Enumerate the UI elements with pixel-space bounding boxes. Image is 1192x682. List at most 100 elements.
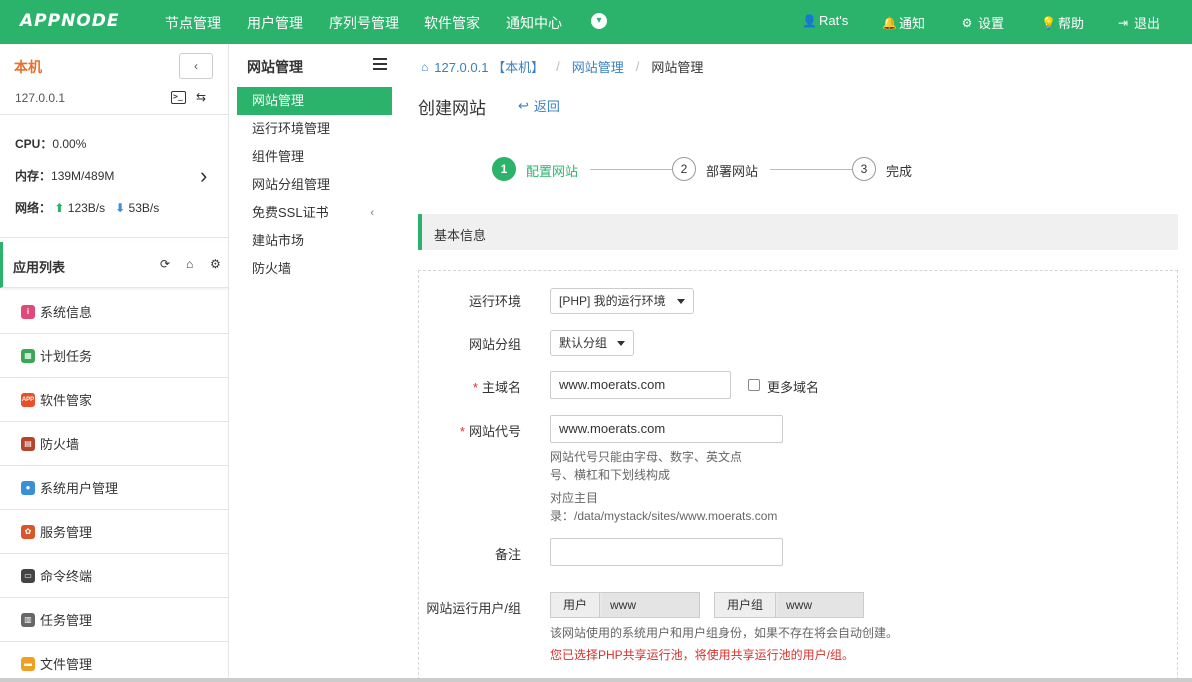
more-domains-label[interactable]: 更多域名 — [767, 377, 819, 396]
submenu-item-website-management[interactable]: 网站管理 — [237, 87, 392, 115]
section-basic-info: 基本信息 — [418, 214, 1178, 250]
app-item-system-users[interactable]: ● 系统用户管理 — [0, 466, 229, 510]
terminal-icon: ▭ — [21, 568, 35, 583]
notify-label: 通知 — [899, 16, 926, 31]
chevron-down-icon[interactable]: ▾ — [591, 13, 607, 29]
user-addon-label: 用户 — [551, 593, 601, 617]
run-group-field[interactable]: 用户组 www — [714, 592, 864, 618]
app-item-scheduled-tasks[interactable]: ▦ 计划任务 — [0, 334, 229, 378]
run-user-field[interactable]: 用户 www — [550, 592, 700, 618]
user-icon: 👤 — [802, 13, 817, 28]
user-menu[interactable]: 👤 Rat's — [802, 13, 848, 28]
required-asterisk: * — [459, 424, 465, 439]
site-code-label-text: 网站代号 — [468, 424, 521, 439]
network-stat: 网络： ⬆ 123B/s ⬇ 53B/s — [15, 199, 159, 216]
app-item-software-manager[interactable]: APP 软件管家 — [0, 378, 229, 422]
chevron-right-icon[interactable]: › — [200, 163, 207, 189]
app-item-label: 任务管理 — [40, 613, 93, 628]
submenu-item-firewall[interactable]: 防火墙 — [237, 255, 392, 283]
section-title: 基本信息 — [434, 228, 487, 243]
submenu-item-runtime-env[interactable]: 运行环境管理 — [237, 115, 392, 143]
step-connector — [590, 169, 672, 170]
network-upload: 123B/s — [67, 201, 106, 215]
domain-input[interactable]: www.moerats.com — [550, 371, 731, 399]
nav-serial-management[interactable]: 序列号管理 — [329, 13, 399, 33]
group-select[interactable]: 默认分组 — [550, 330, 634, 356]
app-item-label: 防火墙 — [40, 437, 80, 452]
submenu-item-free-ssl[interactable]: 免费SSL证书 ‹ — [237, 199, 392, 227]
app-item-label: 文件管理 — [40, 657, 93, 672]
main-content: ⌂ 127.0.0.1 【本机】 / 网站管理 / 网站管理 创建网站 ↩ 返回… — [399, 44, 1192, 682]
folder-icon: ▬ — [21, 656, 35, 671]
domain-label: * 主域名 — [419, 377, 521, 396]
nav-notification-center[interactable]: 通知中心 — [506, 13, 562, 33]
refresh-icon[interactable]: ⟳ — [160, 257, 170, 271]
notify-button[interactable]: 🔔 通知 — [882, 13, 925, 32]
home-icon[interactable]: ⌂ — [186, 257, 193, 271]
breadcrumb: ⌂ 127.0.0.1 【本机】 / 网站管理 / 网站管理 — [421, 57, 703, 76]
more-domains-checkbox[interactable] — [748, 379, 760, 391]
cpu-value: 0.00% — [52, 137, 87, 151]
app-item-label: 软件管家 — [40, 393, 93, 408]
help-button[interactable]: 💡 帮助 — [1041, 13, 1084, 32]
back-label: 返回 — [533, 99, 560, 114]
site-code-help-2: 号、横杠和下划线构成 — [550, 468, 671, 482]
terminal-icon[interactable]: >_ — [171, 91, 186, 104]
submenu-item-site-market[interactable]: 建站市场 — [237, 227, 392, 255]
step-2-label: 部署网站 — [706, 164, 759, 179]
nav-software-manager[interactable]: 软件管家 — [424, 13, 480, 33]
settings-button[interactable]: ⚙ 设置 — [961, 13, 1004, 32]
subpanel-title: 网站管理 — [247, 59, 303, 75]
switch-host-icon[interactable]: ⇆ — [196, 90, 206, 104]
run-user-label: 网站运行用户/组 — [426, 601, 521, 616]
network-label: 网络： — [15, 201, 52, 215]
env-select[interactable]: [PHP] 我的运行环境 — [550, 288, 694, 314]
memory-label: 内存： — [15, 169, 52, 183]
step-3-label: 完成 — [886, 164, 913, 179]
nav-node-management[interactable]: 节点管理 — [165, 13, 221, 33]
host-stats: CPU：0.00% 内存：139M/489M 网络： ⬆ 123B/s ⬇ 53… — [0, 114, 229, 238]
nav-user-management[interactable]: 用户管理 — [247, 13, 303, 33]
app-item-label: 系统用户管理 — [40, 481, 119, 496]
site-code-input[interactable]: www.moerats.com — [550, 415, 783, 443]
breadcrumb-section[interactable]: 网站管理 — [572, 57, 624, 76]
logout-label: 退出 — [1134, 16, 1161, 31]
group-addon-label: 用户组 — [715, 593, 777, 617]
app-item-system-info[interactable]: i 系统信息 — [0, 290, 229, 334]
gear-icon[interactable]: ⚙ — [210, 257, 221, 271]
app-item-terminal[interactable]: ▭ 命令终端 — [0, 554, 229, 598]
home-icon[interactable]: ⌂ — [421, 60, 428, 74]
domain-label-text: 主域名 — [481, 380, 521, 395]
cpu-label: CPU： — [15, 137, 53, 151]
note-input[interactable] — [550, 538, 783, 566]
back-button[interactable]: ↩ 返回 — [518, 96, 560, 115]
top-navbar: APPNODE 节点管理 用户管理 序列号管理 软件管家 通知中心 ▾ 👤 Ra… — [0, 0, 1192, 44]
env-label: 运行环境 — [468, 294, 521, 309]
breadcrumb-host[interactable]: 127.0.0.1 【本机】 — [434, 57, 544, 76]
network-download: 53B/s — [128, 201, 160, 215]
appnode-logo[interactable]: APPNODE — [20, 11, 119, 31]
step-3-circle: 3 — [852, 157, 876, 181]
collapse-sidebar-button[interactable]: ‹ — [179, 53, 213, 79]
run-user-help: 该网站使用的系统用户和用户组身份，如果不存在将会自动创建。 — [550, 626, 899, 640]
app-item-task-manager[interactable]: ▥ 任务管理 — [0, 598, 229, 642]
menu-icon[interactable] — [373, 58, 387, 70]
host-sidebar: 本机 ‹ 127.0.0.1 >_ ⇆ CPU：0.00% 内存：139M/48… — [0, 44, 229, 682]
site-dir-help-1: 对应主目 — [550, 491, 599, 505]
app-item-firewall[interactable]: ▤ 防火墙 — [0, 422, 229, 466]
memory-value: 139M/489M — [51, 169, 115, 183]
app-item-services[interactable]: ✿ 服务管理 — [0, 510, 229, 554]
app-item-file-manager[interactable]: ▬ 文件管理 — [0, 642, 229, 682]
host-ip: 127.0.0.1 — [15, 91, 66, 105]
host-name[interactable]: 本机 — [14, 57, 42, 77]
submenu-item-site-groups[interactable]: 网站分组管理 — [237, 171, 392, 199]
chevron-left-icon: ‹ — [370, 207, 374, 219]
logout-button[interactable]: ⇥ 退出 — [1117, 13, 1160, 32]
env-select-value: [PHP] 我的运行环境 — [559, 294, 666, 308]
logout-icon: ⇥ — [1117, 15, 1129, 30]
applist-title: 应用列表 — [13, 260, 66, 275]
help-label: 帮助 — [1058, 16, 1085, 31]
site-dir-help-2: 录：/data/mystack/sites/www.moerats.com — [550, 509, 778, 523]
submenu-item-components[interactable]: 组件管理 — [237, 143, 392, 171]
horizontal-scrollbar[interactable] — [0, 678, 1192, 682]
